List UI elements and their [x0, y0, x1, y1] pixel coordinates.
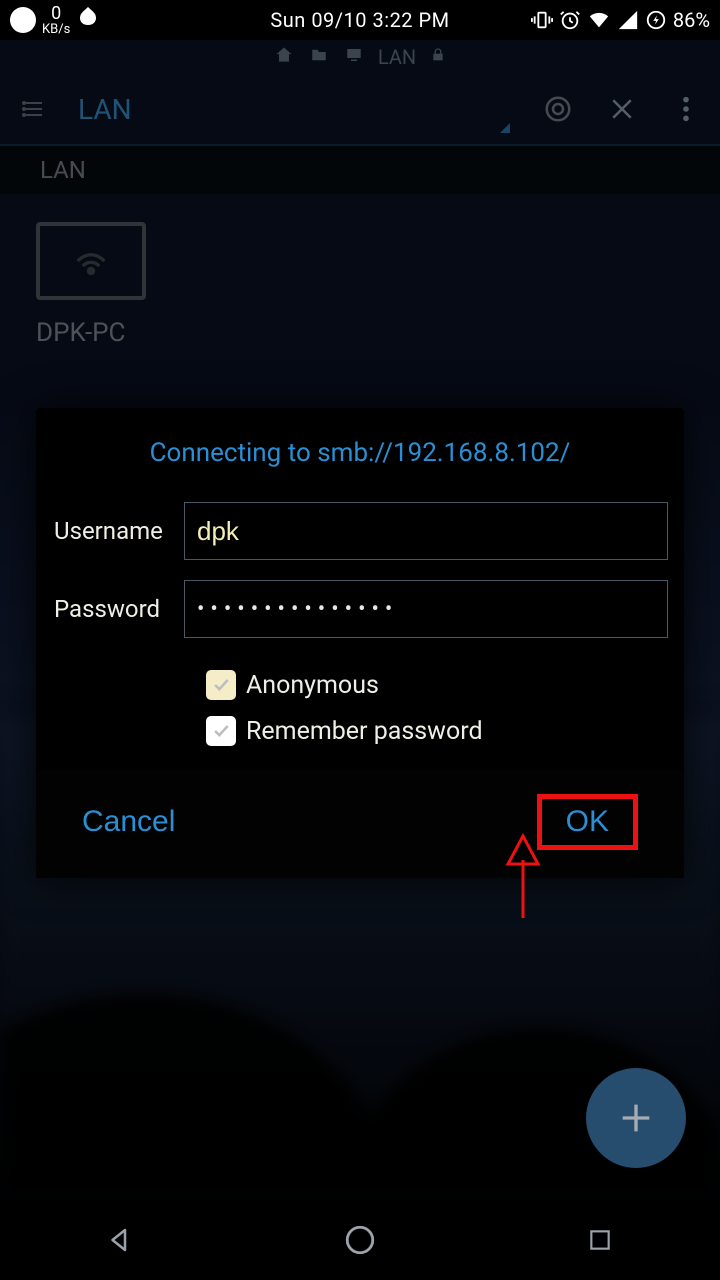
vibrate-icon [531, 9, 553, 31]
add-fab[interactable] [586, 1068, 686, 1168]
path-segment: LAN [378, 45, 416, 69]
close-icon[interactable] [602, 89, 642, 129]
anonymous-checkbox[interactable] [206, 670, 236, 700]
dropdown-indicator-icon [500, 123, 510, 133]
more-icon[interactable] [666, 89, 706, 129]
cancel-button[interactable]: Cancel [82, 794, 175, 850]
ok-button[interactable]: OK [537, 794, 638, 850]
breadcrumb-label: LAN [40, 156, 86, 184]
battery-circle-icon [645, 9, 667, 31]
password-label: Password [50, 595, 180, 623]
toolbar: LAN [0, 74, 720, 146]
menu-icon[interactable] [14, 89, 54, 129]
target-icon[interactable] [538, 89, 578, 129]
device-item[interactable]: DPK-PC [0, 194, 720, 348]
battery-percent: 86% [673, 8, 710, 32]
lock-icon [430, 45, 446, 69]
back-button[interactable] [94, 1214, 146, 1266]
kbs-unit: KB/s [42, 22, 70, 37]
network-speed: 0 KB/s [42, 5, 70, 36]
anonymous-label: Anonymous [246, 671, 379, 700]
status-bar: 0 KB/s Sun 09/10 3:22 PM 86% [0, 0, 720, 40]
alarm-icon [559, 9, 581, 31]
remember-checkbox[interactable] [206, 716, 236, 746]
recents-button[interactable] [574, 1214, 626, 1266]
leaf-icon [76, 5, 100, 35]
path-bar: LAN [0, 40, 720, 74]
home-icon [274, 45, 294, 70]
username-input[interactable] [184, 502, 668, 560]
android-navbar [0, 1200, 720, 1280]
notification-dot-icon [10, 7, 36, 33]
pc-icon [344, 45, 364, 69]
connect-dialog: Connecting to smb://192.168.8.102/ Usern… [36, 408, 684, 878]
remember-label: Remember password [246, 717, 483, 746]
username-label: Username [50, 517, 180, 545]
kbs-value: 0 [42, 5, 70, 23]
breadcrumb[interactable]: LAN [0, 146, 720, 194]
dialog-title: Connecting to smb://192.168.8.102/ [36, 408, 684, 496]
toolbar-title[interactable]: LAN [78, 93, 132, 126]
folder-icon [308, 45, 330, 69]
wifi-icon [587, 9, 611, 31]
password-input[interactable]: ••••••••••••••• [184, 580, 668, 638]
home-button[interactable] [334, 1214, 386, 1266]
device-icon [36, 222, 146, 300]
cell-signal-icon [617, 9, 639, 31]
device-label: DPK-PC [36, 318, 720, 348]
